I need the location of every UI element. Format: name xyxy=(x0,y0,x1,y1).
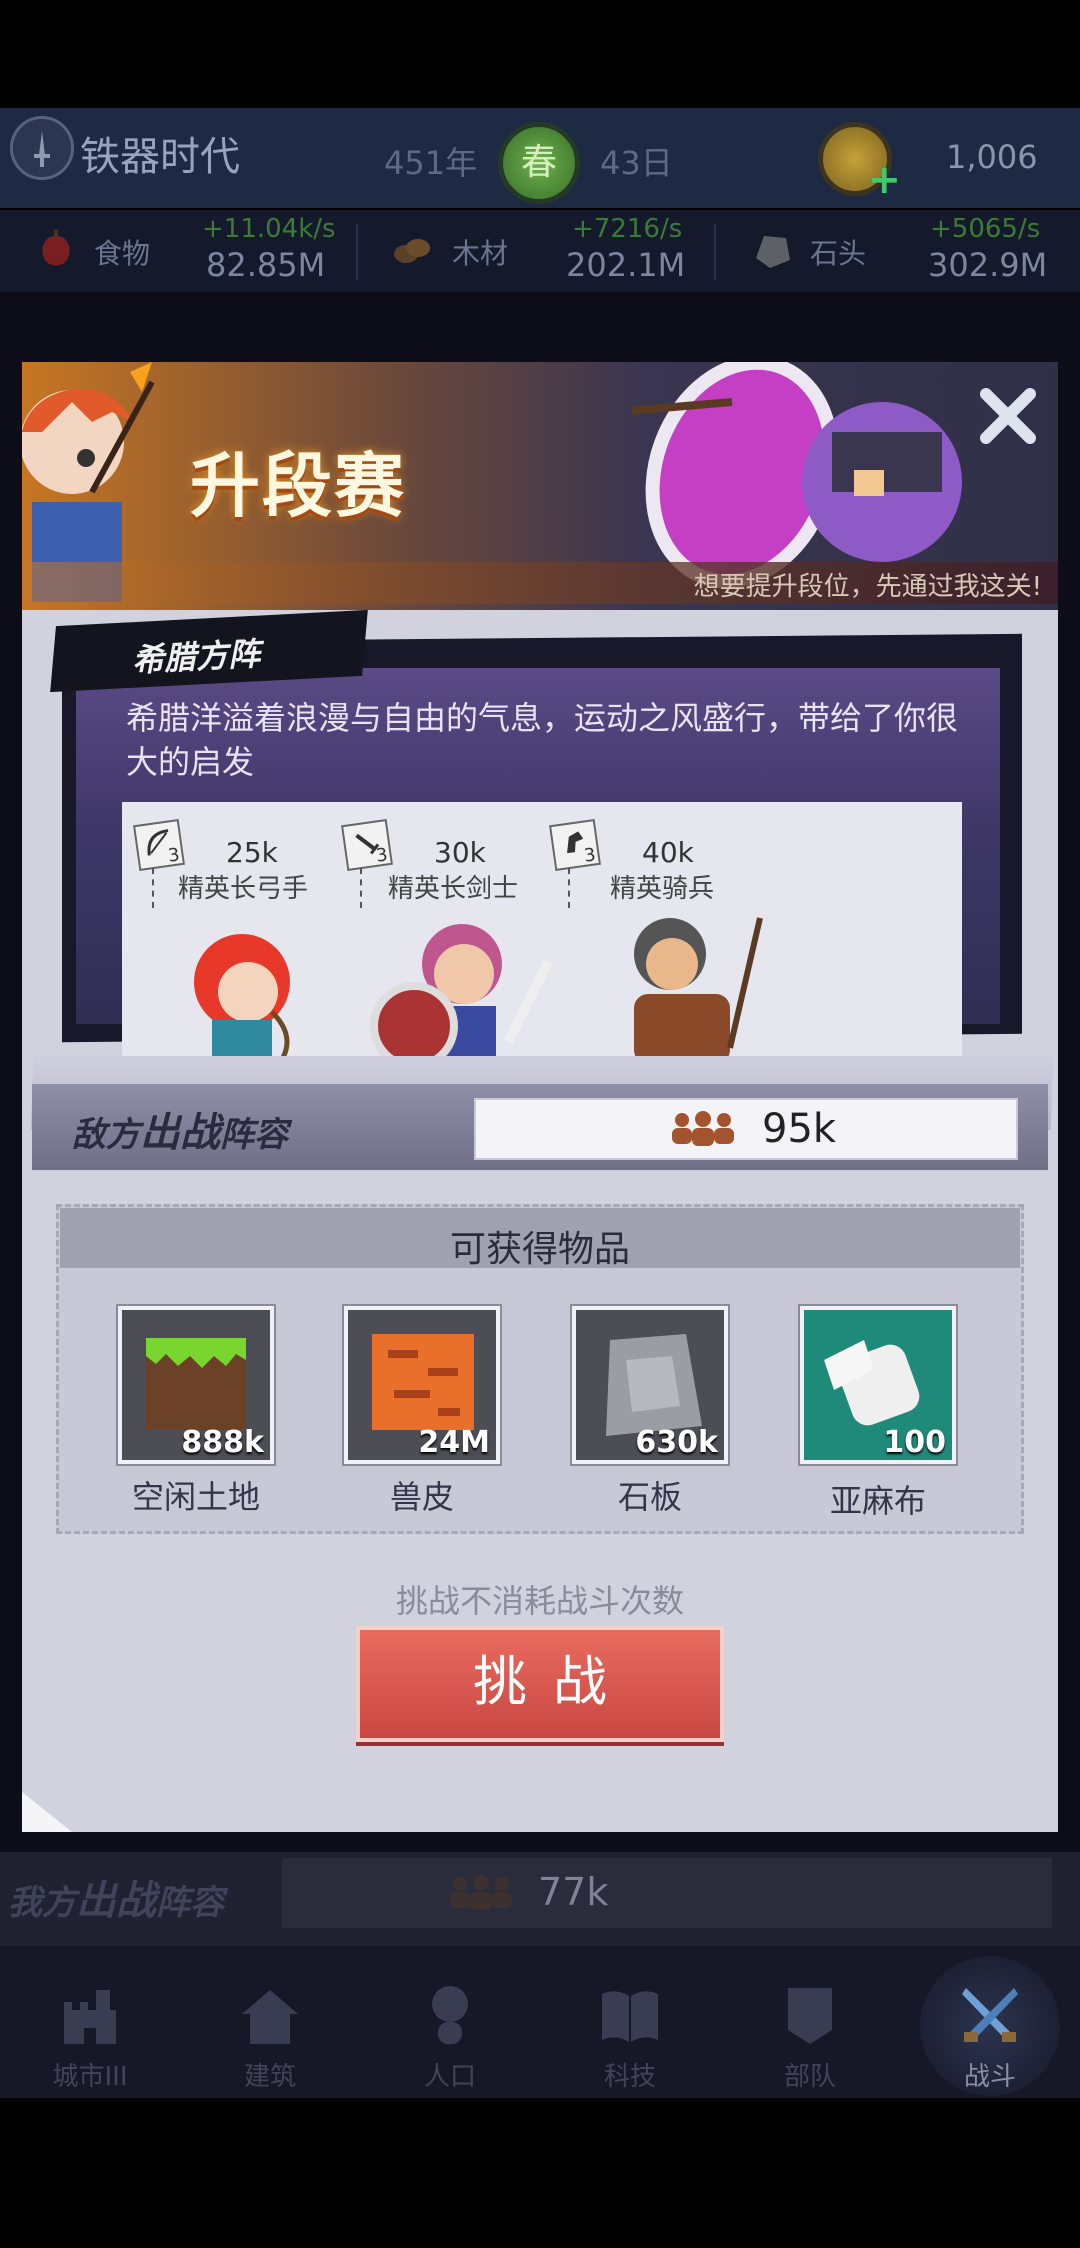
unit-type-tag: 3 xyxy=(549,819,601,871)
reward-name: 石板 xyxy=(617,1478,682,1516)
wood-rate: +7216/s xyxy=(572,214,683,244)
reward-item-stone-slab[interactable]: 630k xyxy=(572,1306,728,1464)
unit-type-tag: 3 xyxy=(341,819,393,871)
elite-swordsman-sprite[interactable] xyxy=(358,902,558,1082)
nav-label: 战斗 xyxy=(963,2062,1016,2092)
unit-level: 3 xyxy=(166,844,182,867)
unit-power: 40k xyxy=(642,836,694,869)
unit-name: 精英长弓手 xyxy=(178,874,309,904)
top-status-bar: 铁器时代 451年 春 43日 + 1,006 xyxy=(0,108,1080,208)
my-label-suffix: 阵容 xyxy=(156,1883,224,1923)
unit-power: 30k xyxy=(434,836,486,869)
divider xyxy=(714,224,716,280)
my-power-value: 77k xyxy=(538,1870,609,1914)
wood-label: 木材 xyxy=(452,237,509,270)
formation-name: 希腊方阵 xyxy=(131,634,262,680)
enemy-label-suffix: 阵容 xyxy=(220,1115,288,1155)
nav-label: 部队 xyxy=(783,2062,836,2092)
my-label-mid: 出战 xyxy=(76,1878,156,1924)
my-lineup-label: 我方出战阵容 xyxy=(8,1868,224,1926)
plus-icon: + xyxy=(867,157,901,203)
nav-label: 建筑 xyxy=(243,2062,296,2092)
stone-label: 石头 xyxy=(810,237,867,270)
unit-type-tag: 3 xyxy=(133,819,185,871)
reward-item-land[interactable]: 888k xyxy=(118,1306,274,1464)
food-icon xyxy=(42,230,70,266)
crossed-swords-icon xyxy=(962,1988,1018,2042)
troops-icon xyxy=(672,1111,734,1146)
nav-tab-troops[interactable]: 部队 xyxy=(720,1946,900,2098)
unit-level: 3 xyxy=(582,844,598,867)
reward-quantity: 630k xyxy=(635,1425,718,1460)
sword-icon xyxy=(34,131,50,167)
unit-marker xyxy=(568,868,572,908)
nav-label: 人口 xyxy=(423,2062,476,2092)
nav-tab-city[interactable]: 城市III xyxy=(0,1946,180,2098)
rewards-title: 可获得物品 xyxy=(449,1229,630,1270)
close-icon[interactable] xyxy=(976,384,1040,448)
dialog-title: 升段赛 xyxy=(190,445,406,527)
promotion-match-dialog: 升段赛 想要提升段位，先通过我这关! 希腊方阵 希腊洋溢着浪漫与自由的气息，运动… xyxy=(22,362,1058,1832)
enemy-lineup-label: 敌方出战阵容 xyxy=(72,1100,288,1158)
my-label-prefix: 我方 xyxy=(8,1883,76,1923)
unit-power: 25k xyxy=(226,836,278,869)
challenge-button[interactable]: 挑战 xyxy=(356,1626,724,1742)
corner-decoration xyxy=(22,1792,72,1832)
reward-quantity: 100 xyxy=(883,1425,946,1460)
person-icon xyxy=(432,1986,468,2044)
unit-name: 精英长剑士 xyxy=(388,874,519,904)
enemy-power-value: 95k xyxy=(762,1106,837,1152)
formation-description: 希腊洋溢着浪漫与自由的气息，运动之风盛行，带给了你很大的启发 xyxy=(126,699,959,781)
reward-name: 空闲土地 xyxy=(131,1478,260,1516)
stone-icon xyxy=(756,236,790,268)
reward-item-linen[interactable]: 100 xyxy=(800,1306,956,1464)
nav-label: 城市III xyxy=(52,2062,128,2092)
era-name: 铁器时代 xyxy=(80,134,240,180)
book-icon xyxy=(602,1991,658,2042)
season-badge[interactable]: 春 xyxy=(498,122,580,204)
stone-total: 302.9M xyxy=(928,246,1048,284)
stone-rate: +5065/s xyxy=(930,214,1041,244)
house-icon xyxy=(242,1990,298,2044)
troops-icon xyxy=(450,1875,512,1910)
add-currency-button[interactable]: + xyxy=(818,122,901,203)
reward-name: 兽皮 xyxy=(389,1478,454,1516)
nav-tab-technology[interactable]: 科技 xyxy=(540,1946,720,2098)
era-emblem[interactable] xyxy=(10,116,74,180)
wood-total: 202.1M xyxy=(566,246,686,284)
reward-name: 亚麻布 xyxy=(829,1482,926,1520)
food-total: 82.85M xyxy=(206,246,326,284)
food-label: 食物 xyxy=(94,237,151,270)
dialog-banner: 升段赛 想要提升段位，先通过我这关! xyxy=(22,362,1058,610)
nav-tab-battle[interactable]: 战斗 xyxy=(900,1946,1080,2098)
unit-level: 3 xyxy=(374,844,390,867)
wood-icon xyxy=(394,239,430,263)
dialog-subtitle: 想要提升段位，先通过我这关! xyxy=(693,572,1042,602)
my-power-box[interactable] xyxy=(282,1858,1052,1928)
castle-icon xyxy=(64,1990,116,2044)
reward-quantity: 888k xyxy=(181,1425,264,1460)
resource-bar: 食物 +11.04k/s 82.85M 木材 +7216/s 202.1M 石头… xyxy=(0,210,1080,292)
enemy-label-mid: 出战 xyxy=(140,1110,220,1156)
enemy-power-box xyxy=(474,1098,1018,1160)
reward-item-hide[interactable]: 24M xyxy=(344,1306,500,1464)
day-label: 43日 xyxy=(600,144,673,182)
nav-tab-buildings[interactable]: 建筑 xyxy=(180,1946,360,2098)
free-challenge-note: 挑战不消耗战斗次数 xyxy=(395,1582,684,1620)
banner-icon xyxy=(788,1988,832,2044)
enemy-label-prefix: 敌方 xyxy=(72,1115,140,1155)
currency-amount: 1,006 xyxy=(946,138,1038,176)
food-rate: +11.04k/s xyxy=(202,214,336,244)
reward-quantity: 24M xyxy=(418,1425,490,1460)
year-label: 451年 xyxy=(384,144,478,182)
divider xyxy=(356,224,358,280)
unit-marker xyxy=(152,868,156,908)
nav-tab-population[interactable]: 人口 xyxy=(360,1946,540,2098)
nav-label: 科技 xyxy=(603,2062,656,2092)
